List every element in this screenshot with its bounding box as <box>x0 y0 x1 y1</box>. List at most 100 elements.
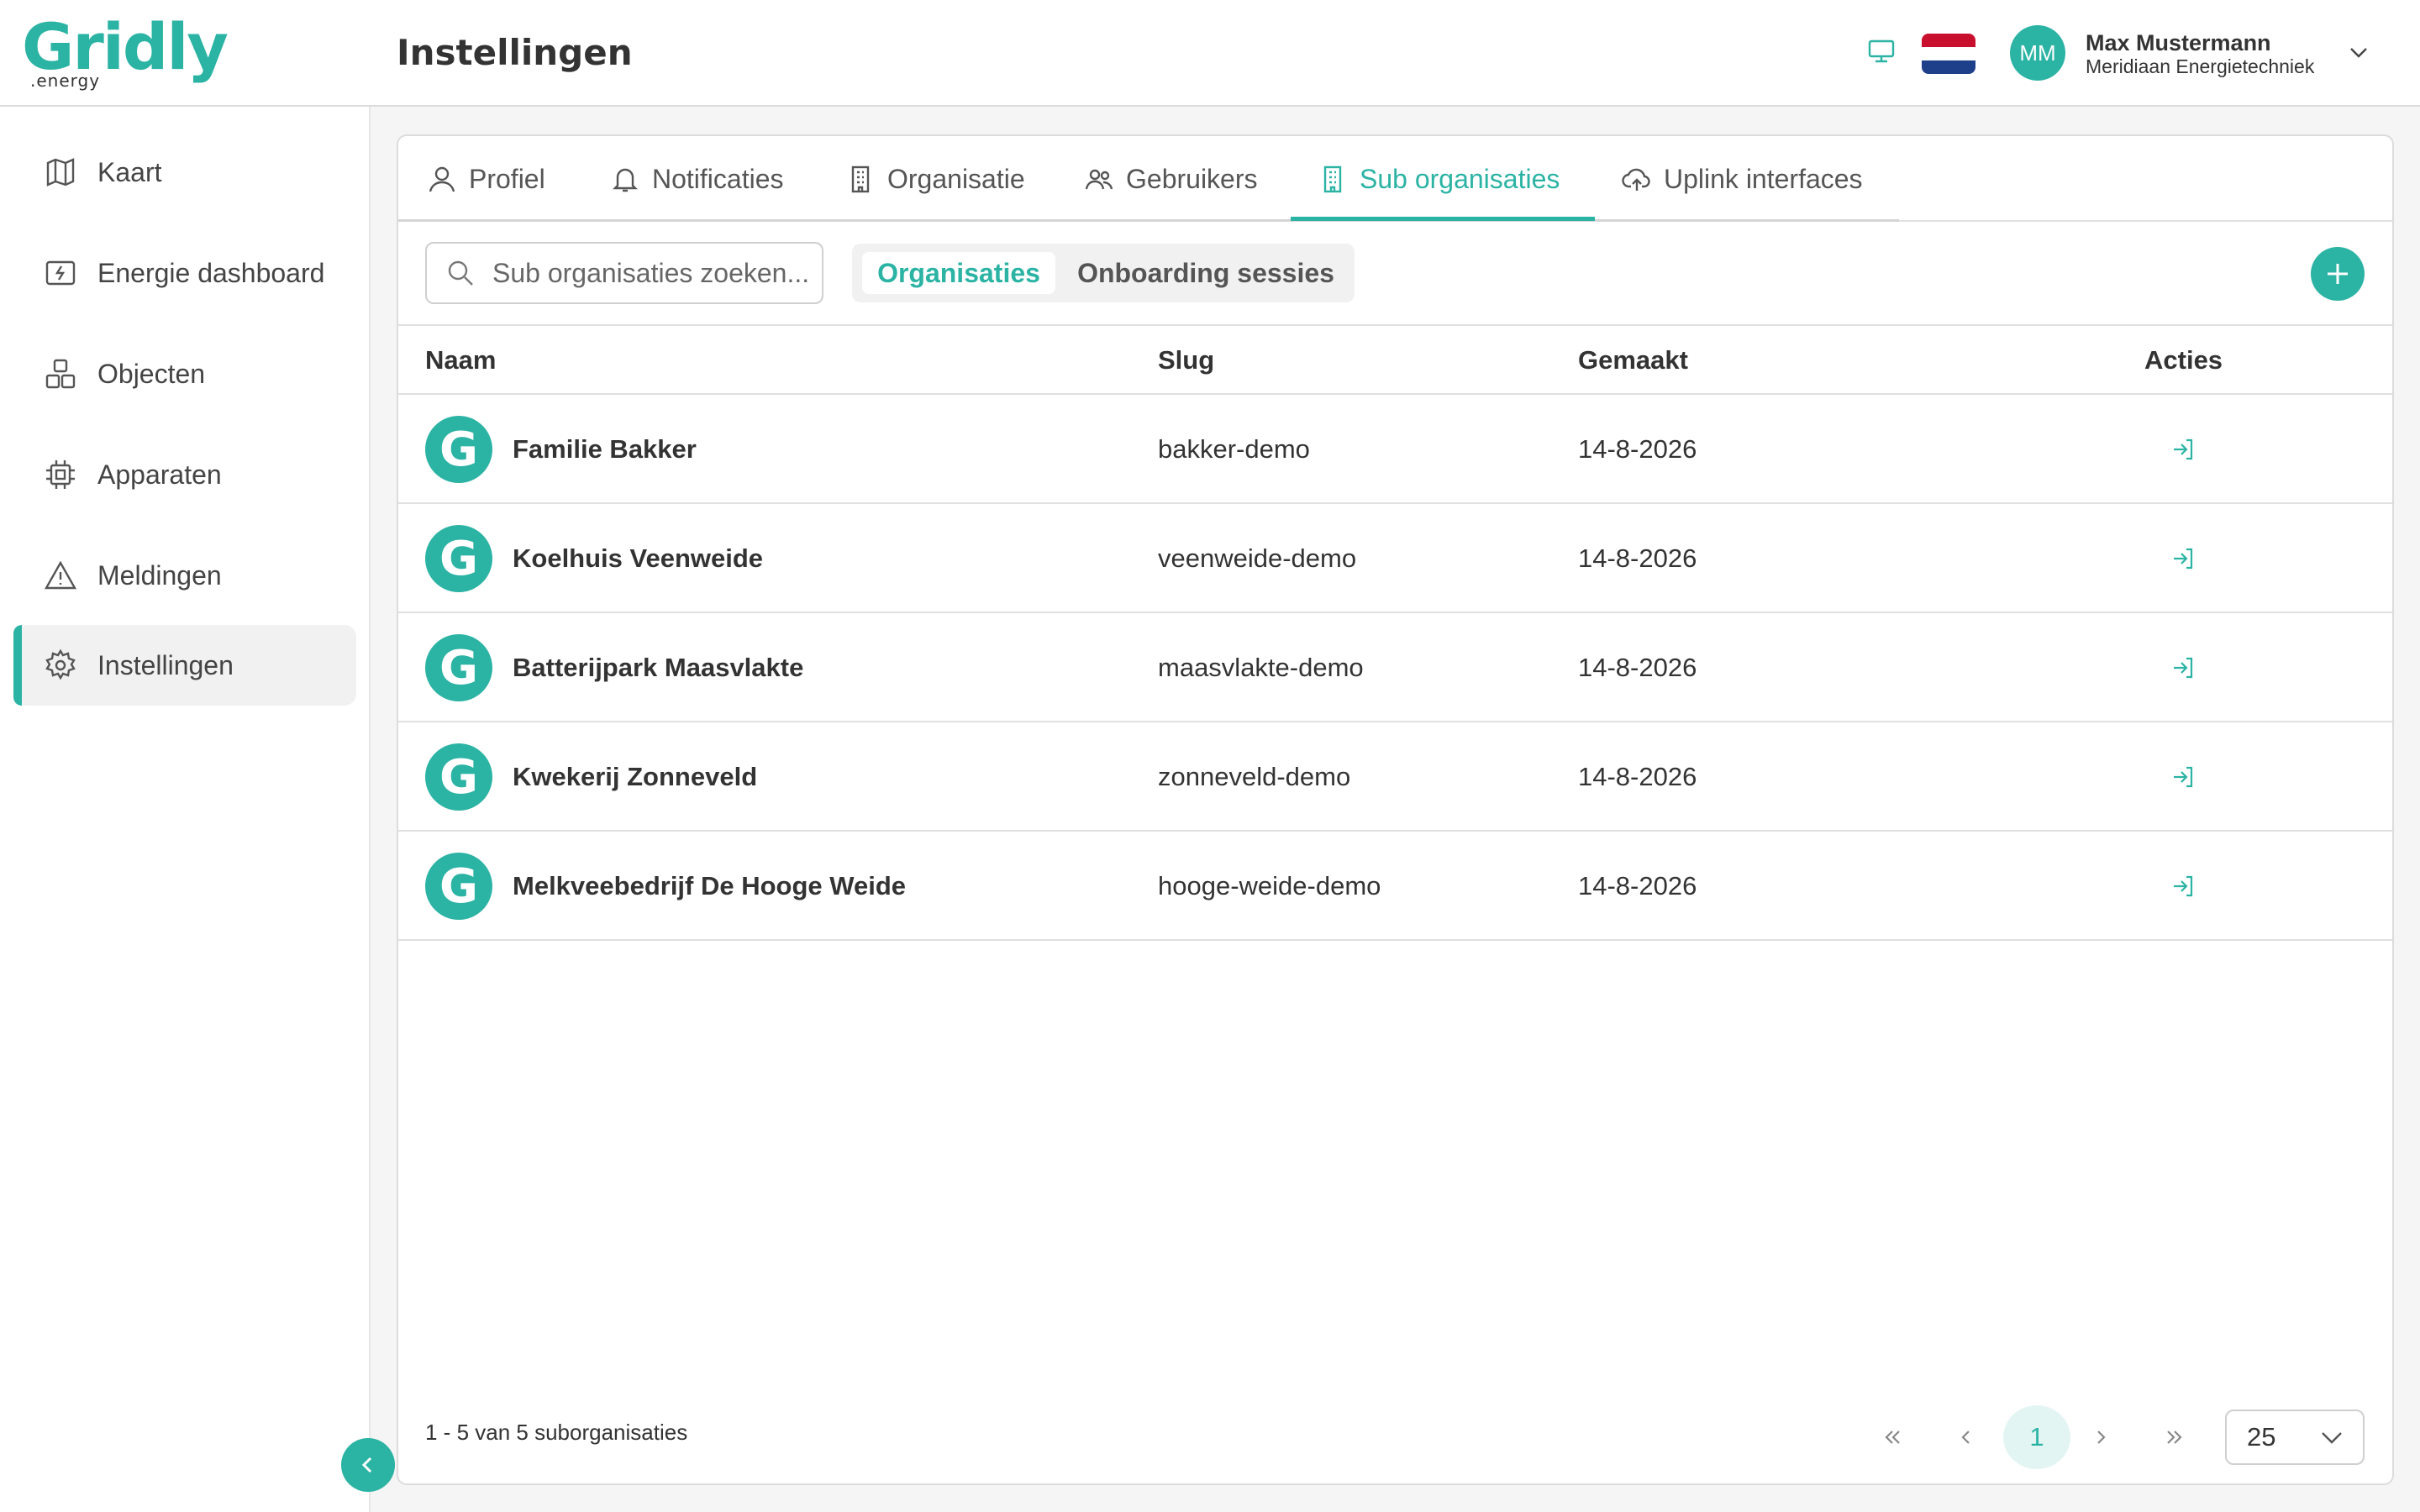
previous-page-button[interactable] <box>1941 1405 1991 1469</box>
cloud-upload-icon <box>1622 168 1650 191</box>
chevrons-left-icon <box>1885 1431 1900 1444</box>
sidebar-item-label: Instellingen <box>97 649 234 680</box>
plus-icon <box>2328 264 2348 284</box>
users-icon <box>1085 169 1113 190</box>
bell-icon <box>613 168 638 192</box>
sidebar-item-meldingen[interactable]: Meldingen <box>13 535 356 616</box>
organisation-slug: hooge-weide-demo <box>1158 871 1381 900</box>
table-row[interactable]: G Batterijpark Maasvlakte maasvlakte-dem… <box>398 613 2392 722</box>
sidebar-item-energie-dashboard[interactable]: Energie dashboard <box>13 233 356 313</box>
column-header-acties: Acties <box>2144 345 2223 375</box>
organisation-logo: G <box>425 525 492 592</box>
settings-tabs: Profiel Notificaties Organisatie Gebruik… <box>398 136 2392 222</box>
tab-sub-organisaties[interactable]: Sub organisaties <box>1318 136 1560 222</box>
objects-icon <box>45 359 76 389</box>
tab-label: Profiel <box>469 163 545 194</box>
monitor-icon[interactable] <box>1867 39 1896 64</box>
page-button-current[interactable]: 1 <box>2003 1405 2070 1469</box>
column-header-slug[interactable]: Slug <box>1158 326 1214 395</box>
tab-label: Notificaties <box>652 163 784 194</box>
search-box[interactable] <box>425 242 823 304</box>
organisation-name: Koelhuis Veenweide <box>513 543 764 573</box>
organisation-name: Familie Bakker <box>513 434 697 464</box>
segment-organisaties[interactable]: Organisaties <box>862 252 1055 294</box>
building-icon <box>851 165 870 193</box>
dashboard-icon <box>45 260 76 286</box>
warning-icon <box>44 560 77 590</box>
logo-wordmark: Gridly <box>22 9 229 84</box>
organisation-logo: G <box>425 743 492 811</box>
chip-icon <box>46 460 75 489</box>
table-row[interactable]: G Familie Bakker bakker-demo 14-8-2026 <box>398 395 2392 504</box>
settings-card: Profiel Notificaties Organisatie Gebruik… <box>397 134 2394 1485</box>
sidebar-item-label: Apparaten <box>97 459 222 490</box>
tab-organisatie[interactable]: Organisatie <box>845 136 1025 222</box>
next-page-button[interactable] <box>2075 1405 2126 1469</box>
sidebar-item-kaart[interactable]: Kaart <box>13 132 356 213</box>
login-icon[interactable] <box>2170 654 2196 681</box>
user-icon <box>429 166 455 192</box>
table-row[interactable]: G Kwekerij Zonneveld zonneveld-demo 14-8… <box>398 722 2392 832</box>
login-icon[interactable] <box>2170 764 2196 790</box>
first-page-button[interactable] <box>1867 1405 1918 1469</box>
page-title: Instellingen <box>397 32 633 73</box>
organisation-created: 14-8-2026 <box>1578 871 1697 900</box>
add-sub-organisation-button[interactable] <box>2311 247 2365 301</box>
pagination-summary: 1 - 5 van 5 suborganisaties <box>425 1420 688 1445</box>
organisation-slug: bakker-demo <box>1158 434 1310 464</box>
login-icon[interactable] <box>2170 545 2196 572</box>
chevrons-right-icon <box>2167 1431 2182 1444</box>
organisation-created: 14-8-2026 <box>1578 434 1697 464</box>
search-input[interactable] <box>492 248 812 298</box>
chevron-down-icon[interactable] <box>2348 44 2370 60</box>
tab-uplink-interfaces[interactable]: Uplink interfaces <box>1622 136 1863 222</box>
tab-label: Gebruikers <box>1126 163 1258 194</box>
tab-label: Sub organisaties <box>1360 163 1560 194</box>
search-icon <box>448 260 473 286</box>
organisation-slug: veenweide-demo <box>1158 543 1357 573</box>
sidebar-item-apparaten[interactable]: Apparaten <box>13 434 356 515</box>
sidebar-item-instellingen[interactable]: Instellingen <box>13 625 356 706</box>
tab-label: Organisatie <box>887 163 1025 194</box>
login-icon[interactable] <box>2170 436 2196 463</box>
user-organization[interactable]: Meridiaan Energietechniek <box>2086 55 2314 78</box>
collapse-sidebar-button[interactable] <box>341 1438 395 1492</box>
tab-profiel[interactable]: Profiel <box>427 136 545 222</box>
organisation-created: 14-8-2026 <box>1578 543 1697 573</box>
organisation-logo: G <box>425 853 492 920</box>
view-segmented-control: Organisaties Onboarding sessies <box>852 244 1355 302</box>
sidebar-item-objecten[interactable]: Objecten <box>13 333 356 414</box>
column-header-gemaakt[interactable]: Gemaakt <box>1578 326 1688 395</box>
table-row[interactable]: G Melkveebedrijf De Hooge Weide hooge-we… <box>398 832 2392 941</box>
table-row[interactable]: G Koelhuis Veenweide veenweide-demo 14-8… <box>398 504 2392 613</box>
sidebar: Kaart Energie dashboard Objecten Apparat… <box>0 107 371 1512</box>
user-name[interactable]: Max Mustermann <box>2086 30 2271 56</box>
gear-icon <box>45 648 76 680</box>
language-flag-nl[interactable] <box>1922 34 1975 74</box>
column-header-naam[interactable]: Naam <box>425 326 496 395</box>
organisation-name: Melkveebedrijf De Hooge Weide <box>513 871 906 900</box>
last-page-button[interactable] <box>2149 1405 2200 1469</box>
tab-gebruikers[interactable]: Gebruikers <box>1084 136 1258 222</box>
organisation-slug: zonneveld-demo <box>1158 762 1351 791</box>
gridly-logo[interactable]: Gridly .energy <box>22 9 229 92</box>
organisation-logo: G <box>425 416 492 483</box>
organisation-name: Kwekerij Zonneveld <box>513 762 758 791</box>
chevron-right-icon <box>2097 1431 2106 1444</box>
top-header: Gridly .energy Instellingen MM Max Muste… <box>0 0 2420 107</box>
table-toolbar: Organisaties Onboarding sessies <box>398 222 2392 326</box>
sidebar-item-label: Meldingen <box>97 559 222 591</box>
user-avatar[interactable]: MM <box>2010 25 2065 81</box>
login-icon[interactable] <box>2170 873 2196 900</box>
logo-suffix: .energy <box>30 71 101 91</box>
tab-notificaties[interactable]: Notificaties <box>610 136 784 222</box>
organisation-created: 14-8-2026 <box>1578 653 1697 682</box>
organisation-name: Batterijpark Maasvlakte <box>513 653 804 682</box>
page-size-select[interactable]: 25 <box>2225 1410 2365 1465</box>
organisation-created: 14-8-2026 <box>1578 762 1697 791</box>
segment-onboarding-sessies[interactable]: Onboarding sessies <box>1069 252 1343 294</box>
chevron-left-icon <box>361 1457 372 1473</box>
sidebar-item-label: Kaart <box>97 156 162 187</box>
organisation-logo: G <box>425 634 492 701</box>
sidebar-item-label: Objecten <box>97 358 206 389</box>
